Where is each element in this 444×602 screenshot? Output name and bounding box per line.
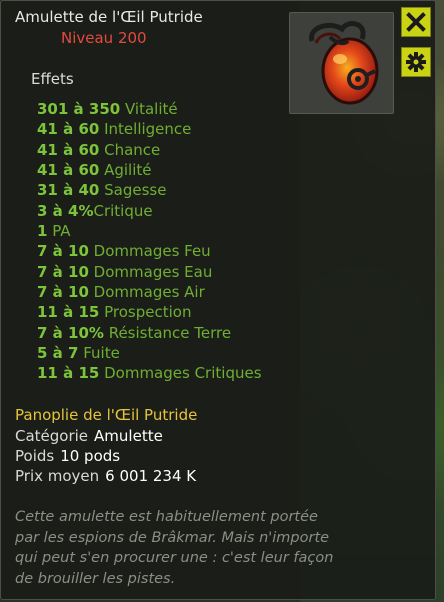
- item-description: Cette amulette est habituellement portée…: [15, 507, 425, 589]
- description-line: de brouiller les pistes.: [15, 570, 176, 587]
- effect-fire-damage: 7 à 10 Dommages Feu: [37, 242, 211, 261]
- effect-intelligence: 41 à 60 Intelligence: [37, 120, 192, 139]
- item-image-frame: [289, 12, 394, 114]
- effect-ap: 1 PA: [37, 222, 71, 241]
- close-button[interactable]: [401, 7, 431, 37]
- item-level: Niveau 200: [61, 29, 147, 47]
- effect-earth-resistance: 7 à 10% Résistance Terre: [37, 323, 232, 342]
- effect-wisdom: 31 à 40 Sagesse: [37, 181, 167, 200]
- price-row: Prix moyen 6 001 234 K: [15, 467, 197, 485]
- description-line: qui peut s'en procurer une : c'est leur …: [15, 550, 334, 566]
- effect-critical-damage: 11 à 15 Dommages Critiques: [37, 364, 262, 383]
- amulet-icon: [309, 21, 379, 105]
- item-tooltip: Amulette de l'Œil Putride Niveau 200 Eff…: [0, 0, 436, 600]
- category-row: Catégorie Amulette: [15, 427, 163, 445]
- weight-row: Poids 10 pods: [15, 447, 121, 465]
- effect-vitality: 301 à 350 Vitalité: [37, 100, 178, 118]
- close-icon: [406, 12, 426, 32]
- effect-dodge: 5 à 7 Fuite: [37, 344, 120, 363]
- effects-list: 301 à 350 Vitalité 41 à 60 Intelligence …: [37, 99, 262, 384]
- description-line: Cette amulette est habituellement portée: [15, 509, 318, 525]
- description-line: par les espions de Brâkmar. Mais n'impor…: [15, 529, 330, 546]
- effect-prospecting: 11 à 15 Prospection: [37, 303, 192, 322]
- effect-chance: 41 à 60 Chance: [37, 140, 161, 159]
- gear-icon: [406, 52, 426, 72]
- item-name: Amulette de l'Œil Putride: [15, 8, 203, 26]
- effect-water-damage: 7 à 10 Dommages Eau: [37, 262, 213, 281]
- effect-critical: 3 à 4%Critique: [37, 201, 153, 220]
- effect-air-damage: 7 à 10 Dommages Air: [37, 283, 205, 302]
- effect-agility: 41 à 60 Agilité: [37, 161, 152, 180]
- effects-heading: Effets: [31, 70, 74, 88]
- panoply-link[interactable]: Panoplie de l'Œil Putride: [15, 405, 197, 425]
- settings-button[interactable]: [401, 47, 431, 77]
